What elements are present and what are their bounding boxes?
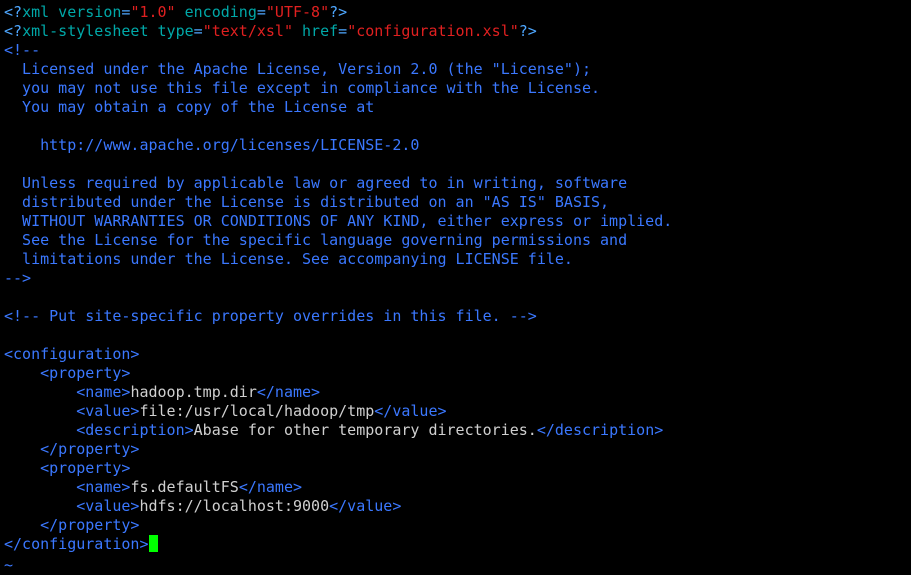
attribute-name: xml-stylesheet type	[22, 22, 194, 40]
processing-instruction: ?>	[518, 22, 537, 40]
text-content: file:/usr/local/hadoop/tmp	[139, 402, 375, 420]
comment-text: distributed under the License is distrib…	[4, 193, 610, 211]
editor-line[interactable]: you may not use this file except in comp…	[4, 79, 672, 98]
editor-line[interactable]: <property>	[4, 364, 672, 383]
xml-tag: <value>	[76, 402, 140, 420]
editor-line[interactable]: Unless required by applicable law or agr…	[4, 174, 672, 193]
text-content	[4, 440, 40, 458]
xml-tag: </value>	[374, 402, 447, 420]
editor-text-area[interactable]: <?xml version="1.0" encoding="UTF-8"?> <?…	[4, 3, 672, 554]
xml-tag: </configuration>	[4, 535, 149, 553]
xml-tag: <name>	[76, 478, 131, 496]
editor-line[interactable]: WITHOUT WARRANTIES OR CONDITIONS OF ANY …	[4, 212, 672, 231]
xml-tag: <configuration>	[4, 345, 140, 363]
processing-instruction: =	[338, 22, 348, 40]
text-content	[4, 364, 40, 382]
text-content	[4, 402, 76, 420]
text-content: hadoop.tmp.dir	[130, 383, 257, 401]
editor-line[interactable]: <!--	[4, 41, 672, 60]
comment-text: Licensed under the Apache License, Versi…	[4, 60, 591, 78]
text-content	[4, 459, 40, 477]
attribute-value: "1.0"	[130, 3, 176, 21]
text-content	[4, 478, 76, 496]
attribute-value: "text/xsl"	[202, 22, 293, 40]
editor-line[interactable]: <name>hadoop.tmp.dir</name>	[4, 383, 672, 402]
comment-text: you may not use this file except in comp…	[4, 79, 601, 97]
attribute-name: href	[293, 22, 339, 40]
editor-line[interactable]: </property>	[4, 440, 672, 459]
xml-tag: <name>	[76, 383, 131, 401]
editor-line[interactable]: distributed under the License is distrib…	[4, 193, 672, 212]
text-content: hdfs://localhost:9000	[139, 497, 330, 515]
text-content	[4, 383, 76, 401]
xml-tag: </value>	[329, 497, 402, 515]
attribute-value: "configuration.xsl"	[347, 22, 519, 40]
text-content: Abase for other temporary directories.	[193, 421, 537, 439]
empty-line-tilde: ~	[4, 556, 14, 574]
editor-line[interactable]: <!-- Put site-specific property override…	[4, 307, 672, 326]
xml-tag: </name>	[238, 478, 303, 496]
text-content	[4, 421, 76, 439]
text-cursor	[148, 535, 158, 552]
comment-text: <!-- Put site-specific property override…	[4, 307, 537, 325]
attribute-name: xml version	[22, 3, 122, 21]
text-content	[4, 516, 40, 534]
processing-instruction: =	[256, 3, 266, 21]
editor-line[interactable]: <configuration>	[4, 345, 672, 364]
editor-line[interactable]: <?xml version="1.0" encoding="UTF-8"?>	[4, 3, 672, 22]
editor-line[interactable]: <value>hdfs://localhost:9000</value>	[4, 497, 672, 516]
processing-instruction: =	[193, 22, 203, 40]
editor-line[interactable]: </property>	[4, 516, 672, 535]
comment-text: http://www.apache.org/licenses/LICENSE-2…	[4, 136, 420, 154]
text-content	[4, 497, 76, 515]
attribute-value: "UTF-8"	[265, 3, 330, 21]
editor-line[interactable]: </configuration>	[4, 535, 672, 554]
editor-line[interactable]: limitations under the License. See accom…	[4, 250, 672, 269]
comment-text: <!--	[4, 41, 41, 59]
comment-text: Unless required by applicable law or agr…	[4, 174, 628, 192]
editor-line[interactable]	[4, 326, 672, 345]
xml-tag: <property>	[40, 364, 131, 382]
xml-tag: </name>	[256, 383, 321, 401]
editor-line[interactable]: <value>file:/usr/local/hadoop/tmp</value…	[4, 402, 672, 421]
processing-instruction: <?	[4, 3, 23, 21]
comment-text: You may obtain a copy of the License at	[4, 98, 375, 116]
editor-line[interactable]	[4, 288, 672, 307]
editor-line[interactable]: <property>	[4, 459, 672, 478]
xml-tag: </property>	[40, 440, 140, 458]
editor-line[interactable]: You may obtain a copy of the License at	[4, 98, 672, 117]
editor-line[interactable]: See the License for the specific languag…	[4, 231, 672, 250]
comment-text: WITHOUT WARRANTIES OR CONDITIONS OF ANY …	[4, 212, 673, 230]
processing-instruction: <?	[4, 22, 23, 40]
xml-tag: <description>	[76, 421, 194, 439]
attribute-name: encoding	[175, 3, 257, 21]
comment-text: See the License for the specific languag…	[4, 231, 628, 249]
comment-text: -->	[4, 269, 32, 287]
xml-tag: </property>	[40, 516, 140, 534]
comment-text: limitations under the License. See accom…	[4, 250, 573, 268]
xml-tag: </description>	[536, 421, 664, 439]
xml-tag: <value>	[76, 497, 140, 515]
text-content: fs.defaultFS	[130, 478, 239, 496]
xml-tag: <property>	[40, 459, 131, 477]
processing-instruction: ?>	[329, 3, 348, 21]
editor-line[interactable]: http://www.apache.org/licenses/LICENSE-2…	[4, 136, 672, 155]
editor-line[interactable]	[4, 155, 672, 174]
editor-line[interactable]: Licensed under the Apache License, Versi…	[4, 60, 672, 79]
editor-line[interactable]: <name>fs.defaultFS</name>	[4, 478, 672, 497]
editor-line[interactable]: <?xml-stylesheet type="text/xsl" href="c…	[4, 22, 672, 41]
editor-line[interactable]: -->	[4, 269, 672, 288]
editor-line[interactable]	[4, 117, 672, 136]
editor-line[interactable]: <description>Abase for other temporary d…	[4, 421, 672, 440]
